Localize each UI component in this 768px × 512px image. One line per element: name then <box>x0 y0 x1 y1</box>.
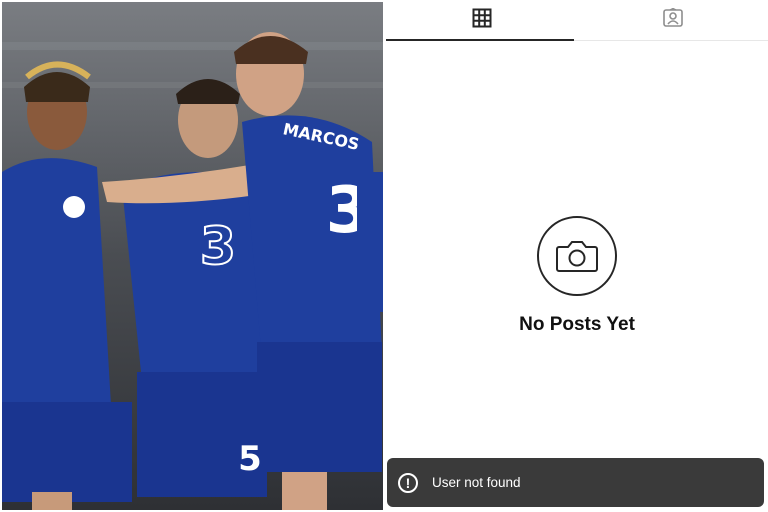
players-photo: 3 3 MARCOS 5 <box>2 2 383 510</box>
camera-icon <box>537 216 617 296</box>
error-toast: ! User not found <box>387 458 764 507</box>
active-tab-indicator <box>386 39 574 41</box>
grid-icon <box>472 8 492 33</box>
tab-posts-grid[interactable] <box>386 0 577 41</box>
toast-message: User not found <box>432 475 521 490</box>
empty-state-title: No Posts Yet <box>519 314 635 335</box>
shorts-number: 5 <box>238 439 262 479</box>
empty-state: No Posts Yet <box>386 216 768 336</box>
tab-tagged[interactable] <box>577 0 768 40</box>
tagged-user-icon <box>662 7 684 33</box>
profile-tabs <box>386 0 768 41</box>
sponsor-logo: 3 <box>200 217 236 277</box>
photo-panel: 3 3 MARCOS 5 <box>2 2 383 510</box>
profile-panel: No Posts Yet ! User not found <box>386 0 768 512</box>
exclamation-icon: ! <box>398 472 418 493</box>
